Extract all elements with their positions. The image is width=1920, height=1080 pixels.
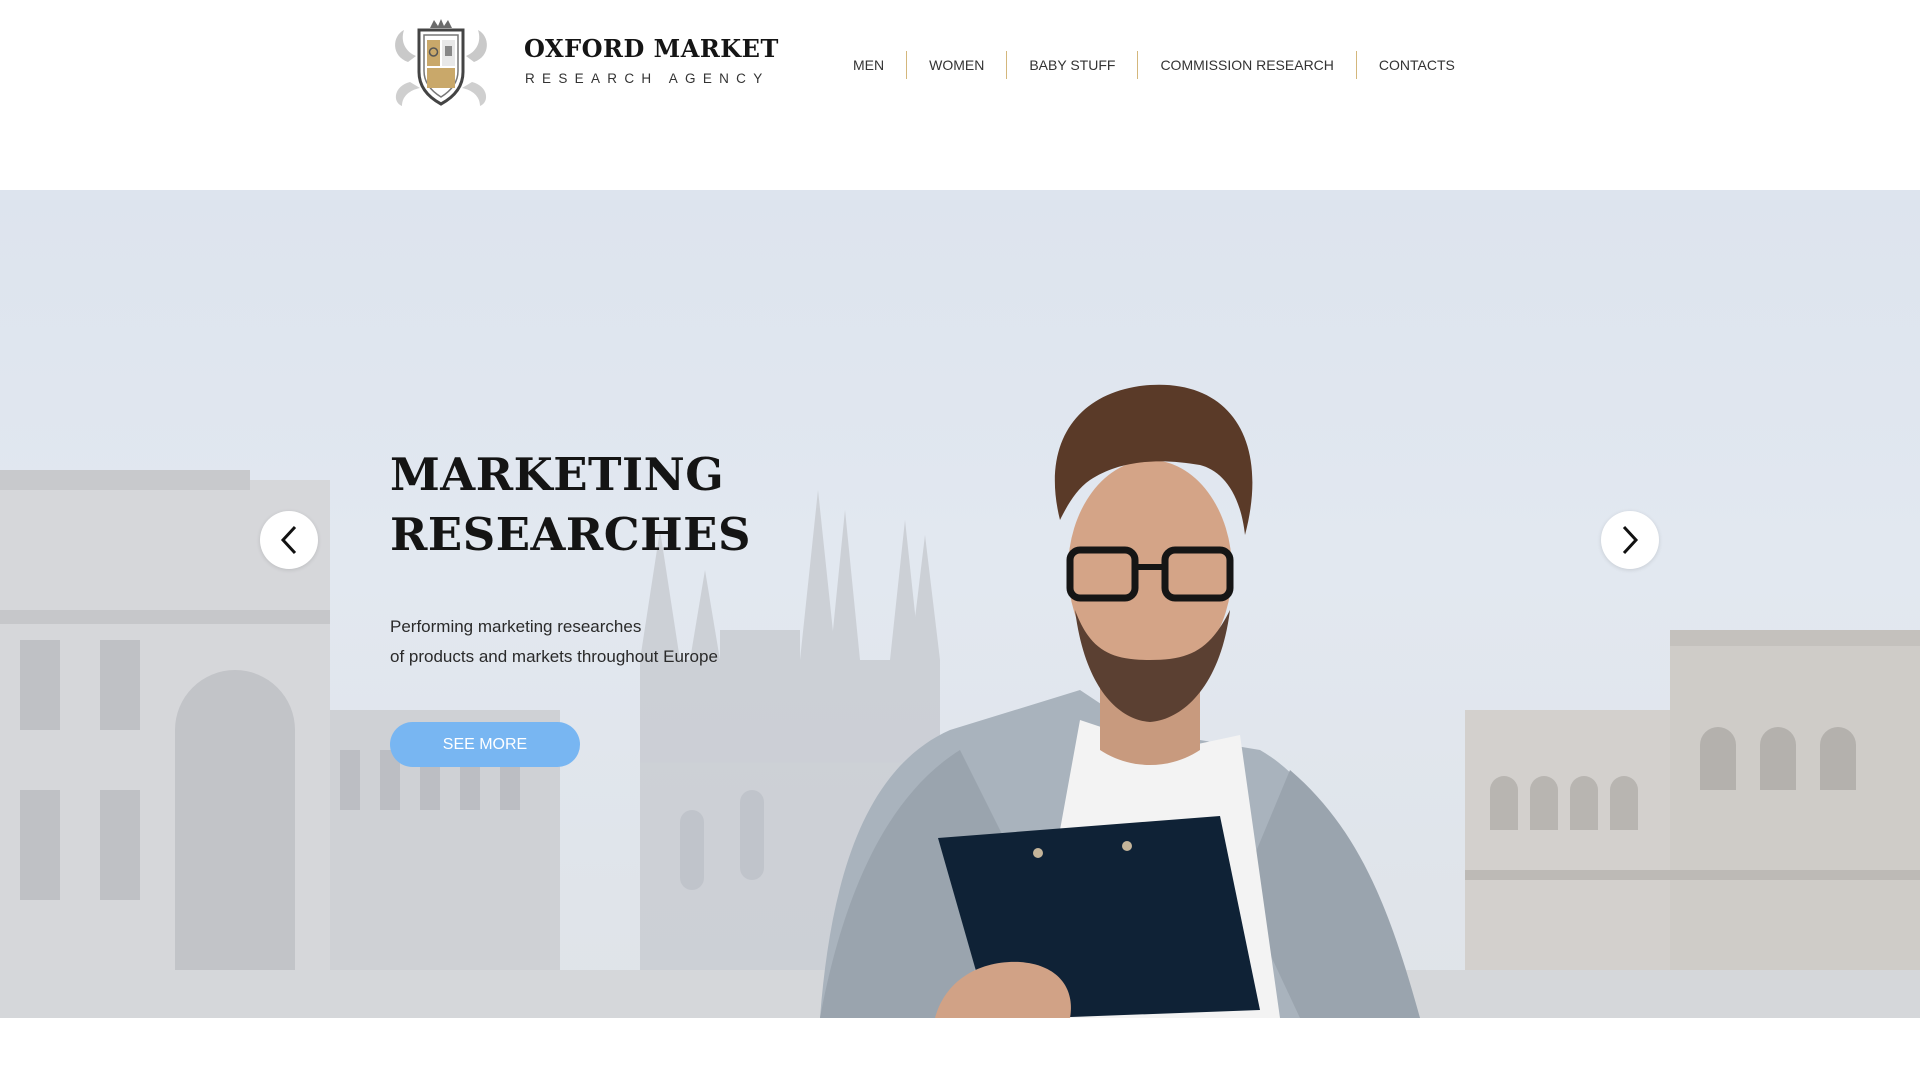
site-header: OXFORD MARKET RESEARCH AGENCY MEN WOMEN … xyxy=(0,0,1920,190)
hero-subtitle-line: of products and markets throughout Europ… xyxy=(390,647,718,666)
chevron-left-icon xyxy=(280,525,297,555)
crest-shield-icon[interactable] xyxy=(386,16,496,108)
hero-slider: MARKETING RESEARCHES Performing marketin… xyxy=(0,190,1920,1018)
nav-item-baby-stuff[interactable]: BABY STUFF xyxy=(1007,50,1137,80)
brand-tagline: RESEARCH AGENCY xyxy=(525,71,770,86)
nav-item-commission-research[interactable]: COMMISSION RESEARCH xyxy=(1138,50,1355,80)
hero-title-line: RESEARCHES xyxy=(390,508,751,561)
main-nav: MEN WOMEN BABY STUFF COMMISSION RESEARCH… xyxy=(831,50,1477,80)
nav-item-contacts[interactable]: CONTACTS xyxy=(1357,50,1477,80)
chevron-right-icon xyxy=(1622,525,1639,555)
nav-item-women[interactable]: WOMEN xyxy=(907,50,1006,80)
see-more-button[interactable]: SEE MORE xyxy=(390,722,580,767)
hero-title-line: MARKETING xyxy=(390,448,725,501)
hero-subtitle: Performing marketing researches of produ… xyxy=(390,612,718,672)
hero-background-image xyxy=(0,384,1920,1018)
slider-prev-button[interactable] xyxy=(260,511,318,569)
hero-subtitle-line: Performing marketing researches xyxy=(390,617,642,636)
brand-name[interactable]: OXFORD MARKET xyxy=(524,34,779,63)
hero-title: MARKETING RESEARCHES xyxy=(390,445,751,565)
slider-next-button[interactable] xyxy=(1601,511,1659,569)
nav-item-men[interactable]: MEN xyxy=(831,50,906,80)
